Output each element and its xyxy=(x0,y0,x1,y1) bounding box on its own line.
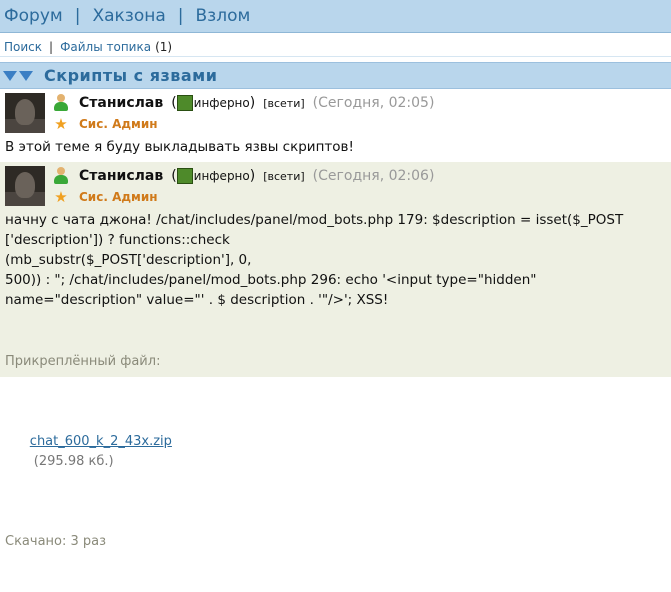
user-role: Сис. Админ xyxy=(79,117,158,131)
user-icon xyxy=(53,94,69,112)
download-count: Скачано: 3 раз xyxy=(5,534,107,549)
author-name[interactable]: Станислав xyxy=(79,95,163,111)
status-icon xyxy=(176,95,193,111)
status-close-paren: ) xyxy=(249,95,256,111)
breadcrumb-vzlom[interactable]: Взлом xyxy=(196,6,251,26)
breadcrumb-separator: | xyxy=(177,6,184,26)
star-icon: ★ xyxy=(54,115,68,133)
topic-title-bar: Скрипты с язвами xyxy=(0,62,671,89)
breadcrumb-hackzone[interactable]: Хакзона xyxy=(92,6,165,26)
topic-subnav: Поиск | Файлы топика (1) xyxy=(0,37,671,57)
forum-post: Станислав ( инферно ) [всети] (Сегодня, … xyxy=(0,89,671,162)
forum-breadcrumb: Форум | Хакзона | Взлом xyxy=(0,0,671,33)
avatar[interactable] xyxy=(5,166,45,206)
subnav-separator: | xyxy=(49,39,54,54)
topic-title: Скрипты с язвами xyxy=(44,66,218,85)
breadcrumb-forum[interactable]: Форум xyxy=(4,6,63,26)
online-badge: [всети] xyxy=(263,96,305,110)
user-status: инферно xyxy=(193,96,250,110)
post-time: (Сегодня, 02:06) xyxy=(312,168,435,184)
breadcrumb-separator: | xyxy=(74,6,81,26)
user-icon xyxy=(53,167,69,185)
online-badge: [всети] xyxy=(263,169,305,183)
attachment-label: Прикреплённый файл: xyxy=(5,354,161,369)
forum-post: Станислав ( инферно ) [всети] (Сегодня, … xyxy=(0,162,671,549)
double-arrow-down-icon xyxy=(2,68,38,84)
post-body: В этой теме я буду выкладывать язвы скри… xyxy=(5,139,354,155)
topic-files-count: (1) xyxy=(155,39,173,54)
post-body: начну с чата джона! /chat/includes/panel… xyxy=(5,212,624,308)
status-icon xyxy=(176,168,193,184)
attachment-size: (295.98 кб.) xyxy=(33,454,114,469)
author-name[interactable]: Станислав xyxy=(79,168,163,184)
avatar[interactable] xyxy=(5,93,45,133)
post-time: (Сегодня, 02:05) xyxy=(312,95,435,111)
star-icon: ★ xyxy=(54,188,68,206)
search-link[interactable]: Поиск xyxy=(4,40,42,54)
topic-files-link[interactable]: Файлы топика xyxy=(60,40,151,54)
user-status: инферно xyxy=(193,169,250,183)
user-role: Сис. Админ xyxy=(79,190,158,204)
status-close-paren: ) xyxy=(249,168,256,184)
attachment-link[interactable]: chat_600_k_2_43x.zip xyxy=(30,434,172,449)
